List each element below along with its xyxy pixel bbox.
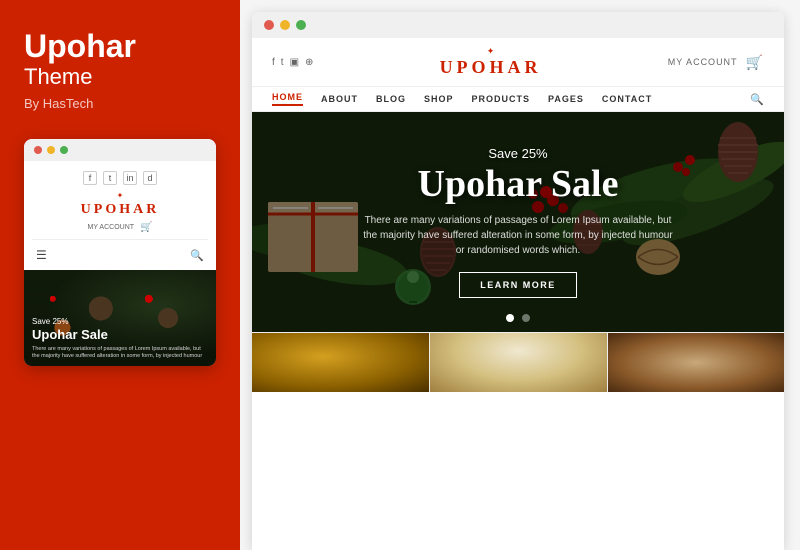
thumbnail-brown-bg xyxy=(607,333,784,392)
mobile-cart-icon: 🛒 xyxy=(140,222,152,233)
theme-subtitle: Theme xyxy=(24,64,92,90)
mobile-logo-icon: ✦ xyxy=(32,191,208,200)
hero-content: Save 25% Upohar Sale There are many vari… xyxy=(358,146,678,298)
theme-by: By HasTech xyxy=(24,96,93,111)
desktop-logo: UPOHAR xyxy=(440,57,542,78)
hero-save-text: Save 25% xyxy=(358,146,678,161)
mobile-save-text: Save 25% xyxy=(32,317,208,326)
desktop-nav-pages[interactable]: PAGES xyxy=(548,94,584,104)
desktop-nav-shop[interactable]: SHOP xyxy=(424,94,454,104)
desktop-dribbble-icon[interactable]: ⊕ xyxy=(305,57,313,68)
desktop-nav-contact[interactable]: CONTACT xyxy=(602,94,652,104)
thumbnail-gold-bg xyxy=(252,333,429,392)
mobile-social-icons: f t in d xyxy=(32,171,208,185)
desktop-search-icon[interactable]: 🔍 xyxy=(750,93,764,106)
hero-dot-1[interactable] xyxy=(506,314,514,322)
desktop-instagram-icon[interactable]: ▣ xyxy=(290,57,299,68)
desktop-logo-star-icon: ✦ xyxy=(440,46,542,57)
mobile-hamburger-icon[interactable]: ☰ xyxy=(36,248,47,262)
desktop-browser: f t ▣ ⊕ ✦ UPOHAR MY ACCOUNT 🛒 HOME ABOUT xyxy=(252,12,784,550)
desktop-nav-blog[interactable]: BLOG xyxy=(376,94,406,104)
thumbnail-2[interactable] xyxy=(429,333,606,392)
hero-dot-2[interactable] xyxy=(522,314,530,322)
mobile-dot-green xyxy=(60,146,68,154)
desktop-facebook-icon[interactable]: f xyxy=(272,57,275,68)
hero-learn-more-button[interactable]: LEARN MORE xyxy=(459,272,577,298)
desktop-account-label[interactable]: MY ACCOUNT xyxy=(668,57,738,67)
desktop-site: f t ▣ ⊕ ✦ UPOHAR MY ACCOUNT 🛒 HOME ABOUT xyxy=(252,38,784,550)
desktop-logo-wrap: ✦ UPOHAR xyxy=(440,46,542,78)
desktop-dot-yellow xyxy=(280,20,290,30)
mobile-logo: UPOHAR xyxy=(32,202,208,218)
mobile-search-icon[interactable]: 🔍 xyxy=(190,249,204,262)
mobile-facebook-icon: f xyxy=(83,171,97,185)
desktop-social-icons: f t ▣ ⊕ xyxy=(272,57,313,68)
desktop-nav-products[interactable]: PRODUCTS xyxy=(472,94,531,104)
mobile-sale-title: Upohar Sale xyxy=(32,327,108,342)
desktop-cart-icon[interactable]: 🛒 xyxy=(746,54,764,71)
mobile-nav-row: ☰ 🔍 xyxy=(32,244,208,266)
hero-main-title: Upohar Sale xyxy=(358,165,678,203)
thumbnail-3[interactable] xyxy=(607,333,784,392)
desktop-account-area: MY ACCOUNT 🛒 xyxy=(668,54,764,71)
desktop-header: f t ▣ ⊕ ✦ UPOHAR MY ACCOUNT 🛒 xyxy=(252,38,784,87)
mobile-hero: Save 25% Upohar Sale There are many vari… xyxy=(24,270,216,366)
mobile-browser-bar xyxy=(24,139,216,161)
desktop-nav-home[interactable]: HOME xyxy=(272,92,303,106)
desktop-hero: Save 25% Upohar Sale There are many vari… xyxy=(252,112,784,332)
mobile-account-row: MY ACCOUNT 🛒 xyxy=(32,222,208,233)
thumbnail-1[interactable] xyxy=(252,333,429,392)
mobile-twitter-icon: t xyxy=(103,171,117,185)
hero-dots xyxy=(506,314,530,322)
desktop-nav-about[interactable]: ABOUT xyxy=(321,94,358,104)
mobile-dribbble-icon: d xyxy=(143,171,157,185)
desktop-nav: HOME ABOUT BLOG SHOP PRODUCTS PAGES CONT… xyxy=(252,87,784,112)
hero-description: There are many variations of passages of… xyxy=(358,213,678,258)
mobile-preview: f t in d ✦ UPOHAR MY ACCOUNT 🛒 ☰ 🔍 Save … xyxy=(24,139,216,366)
mobile-content: f t in d ✦ UPOHAR MY ACCOUNT 🛒 ☰ 🔍 xyxy=(24,161,216,266)
right-panel: f t ▣ ⊕ ✦ UPOHAR MY ACCOUNT 🛒 HOME ABOUT xyxy=(240,0,800,550)
left-panel: Upohar Theme By HasTech f t in d ✦ UPOHA… xyxy=(0,0,240,550)
mobile-dot-red xyxy=(34,146,42,154)
desktop-twitter-icon[interactable]: t xyxy=(281,57,284,68)
theme-title: Upohar xyxy=(24,30,136,62)
thumbnail-light-bg xyxy=(429,333,606,392)
mobile-account-label: MY ACCOUNT xyxy=(88,224,135,231)
mobile-hero-text: Save 25% Upohar Sale There are many vari… xyxy=(32,317,208,360)
desktop-thumbnails xyxy=(252,332,784,392)
mobile-dot-yellow xyxy=(47,146,55,154)
desktop-dot-green xyxy=(296,20,306,30)
desktop-browser-bar xyxy=(252,12,784,38)
mobile-hero-desc: There are many variations of passages of… xyxy=(32,346,208,360)
desktop-dot-red xyxy=(264,20,274,30)
mobile-instagram-icon: in xyxy=(123,171,137,185)
mobile-divider xyxy=(32,239,208,240)
